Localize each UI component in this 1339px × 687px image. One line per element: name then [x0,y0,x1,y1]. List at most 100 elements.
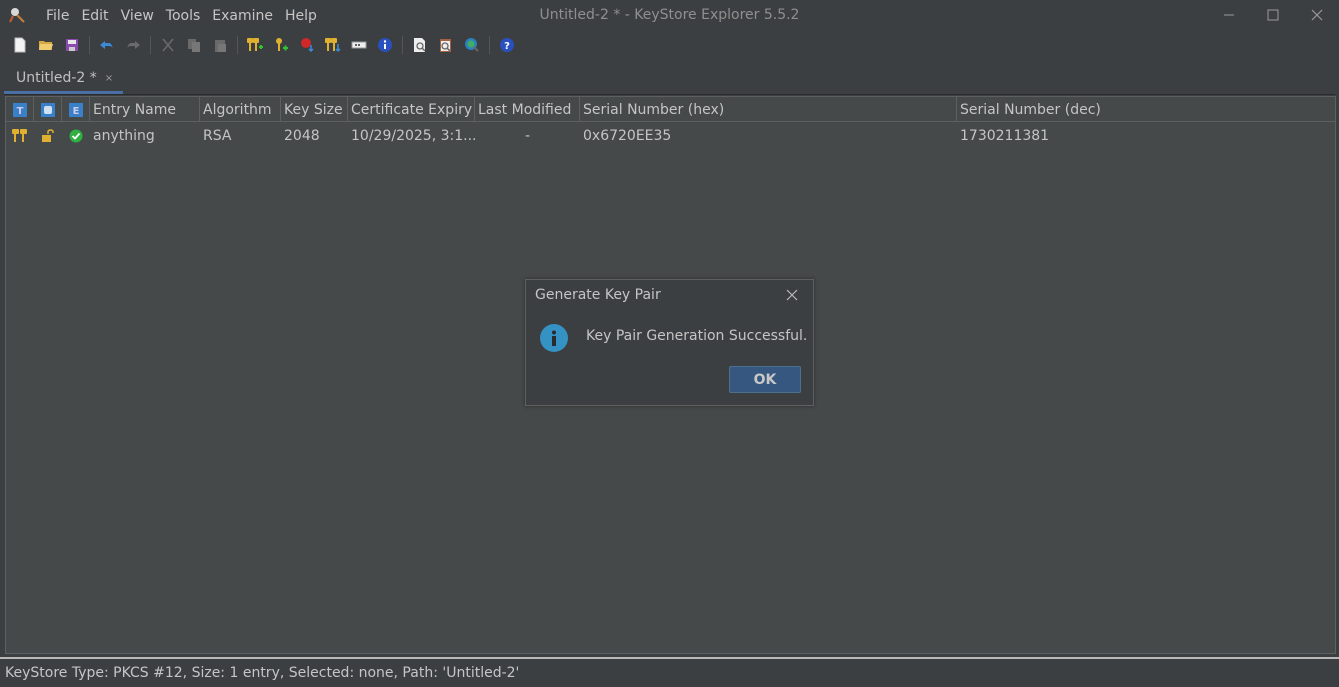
key-pair-icon [12,128,27,142]
table-row[interactable]: anything RSA 2048 10/29/2025, 3:1... - 0… [6,123,1335,148]
column-header-serial-dec[interactable]: Serial Number (dec) [957,97,1335,122]
column-header-last-modified[interactable]: Last Modified [475,97,580,122]
column-header-certificate-expiry[interactable]: Certificate Expiry [348,97,475,122]
ok-button[interactable]: OK [729,366,801,393]
info-icon [540,324,568,352]
menu-tools[interactable]: Tools [160,8,207,24]
open-button[interactable] [33,34,59,56]
cell-serial-dec: 1730211381 [960,127,1050,144]
dialog-title: Generate Key Pair [535,287,661,303]
tab-close-button[interactable]: × [105,73,113,84]
column-header-entry-name[interactable]: Entry Name [90,97,200,122]
paste-icon [215,40,226,52]
tab-untitled-2[interactable]: Untitled-2 * × [4,63,122,93]
svg-text:?: ? [504,41,510,52]
menu-examine[interactable]: Examine [206,8,279,24]
toolbar-separator [402,36,403,54]
cut-icon [162,38,174,52]
toolbar: ? [0,33,1339,57]
generate-key-pair-dialog: Generate Key Pair Key Pair Generation Su… [525,279,814,406]
save-button[interactable] [59,34,85,56]
cell-last-modified: - [524,127,531,144]
menu-bar: File Edit View Tools Examine Help [40,0,323,31]
toolbar-separator [89,36,90,54]
new-button[interactable] [7,34,33,56]
svg-text:T: T [16,106,23,117]
cell-certificate-expiry: 10/29/2025, 3:1... [351,127,475,144]
open-icon [39,41,53,50]
app-logo-icon [8,6,26,24]
save-icon [66,39,78,51]
cell-serial-hex: 0x6720EE35 [583,127,672,144]
set-password-icon [351,41,367,49]
help-icon: ? [500,38,514,52]
examine-file-button[interactable] [407,34,433,56]
new-icon [14,37,26,53]
generate-secret-key-icon [276,38,288,51]
title-bar: File Edit View Tools Examine Help Untitl… [0,0,1339,31]
cell-algorithm: RSA [203,127,232,144]
close-icon [1311,9,1323,21]
examine-clipboard-button[interactable] [433,34,459,56]
lock-status-column-icon [40,102,55,117]
close-window-button[interactable] [1302,4,1332,26]
column-header-type[interactable]: T [6,97,34,122]
maximize-button[interactable] [1258,4,1288,26]
column-header-lock[interactable] [34,97,62,122]
table-header: T E Entry Name Algorithm Key Size Certif… [6,97,1335,122]
status-bar: KeyStore Type: PKCS #12, Size: 1 entry, … [0,657,1339,687]
generate-key-pair-icon [247,38,263,51]
menu-view[interactable]: View [115,8,160,24]
undo-button[interactable] [94,34,120,56]
toolbar-separator [237,36,238,54]
menu-edit[interactable]: Edit [75,8,114,24]
cut-button[interactable] [155,34,181,56]
minimize-icon [1224,14,1234,16]
redo-button[interactable] [120,34,146,56]
column-header-key-size[interactable]: Key Size [281,97,348,122]
menu-file[interactable]: File [40,8,75,24]
import-trusted-cert-icon [301,38,314,53]
tab-label: Untitled-2 * [16,70,97,86]
row-lock-cell [34,123,62,148]
help-button[interactable]: ? [494,34,520,56]
set-password-button[interactable] [346,34,372,56]
properties-icon [378,38,392,52]
paste-button[interactable] [207,34,233,56]
undo-icon [100,41,113,50]
toolbar-separator [150,36,151,54]
unlocked-icon [42,128,54,142]
toolbar-separator [489,36,490,54]
examine-clipboard-icon [440,39,451,52]
copy-icon [188,39,200,52]
copy-button[interactable] [181,34,207,56]
import-key-pair-icon [325,38,341,53]
tab-bar: Untitled-2 * × [0,63,1339,95]
row-expiry-cell [62,123,90,148]
minimize-button[interactable] [1214,4,1244,26]
examine-ssl-button[interactable] [459,34,485,56]
cell-key-size: 2048 [284,127,320,144]
menu-help[interactable]: Help [279,8,323,24]
close-icon [786,289,798,301]
import-trusted-certificate-button[interactable] [294,34,320,56]
generate-key-pair-button[interactable] [242,34,268,56]
tab-divider [4,94,1335,95]
column-header-serial-hex[interactable]: Serial Number (hex) [580,97,957,122]
expiry-status-column-icon: E [68,102,83,117]
column-header-expiry[interactable]: E [62,97,90,122]
status-text: KeyStore Type: PKCS #12, Size: 1 entry, … [5,665,520,681]
examine-file-icon [414,38,426,52]
import-key-pair-button[interactable] [320,34,346,56]
dialog-close-button[interactable] [783,286,801,304]
generate-secret-key-button[interactable] [268,34,294,56]
properties-button[interactable] [372,34,398,56]
examine-ssl-icon [465,38,479,52]
column-header-algorithm[interactable]: Algorithm [200,97,281,122]
svg-text:E: E [72,106,79,117]
entry-type-column-icon: T [12,102,27,117]
dialog-message: Key Pair Generation Successful. [586,328,808,344]
cell-entry-name: anything [93,127,155,144]
row-type-cell [6,123,34,148]
valid-check-icon [69,129,83,142]
